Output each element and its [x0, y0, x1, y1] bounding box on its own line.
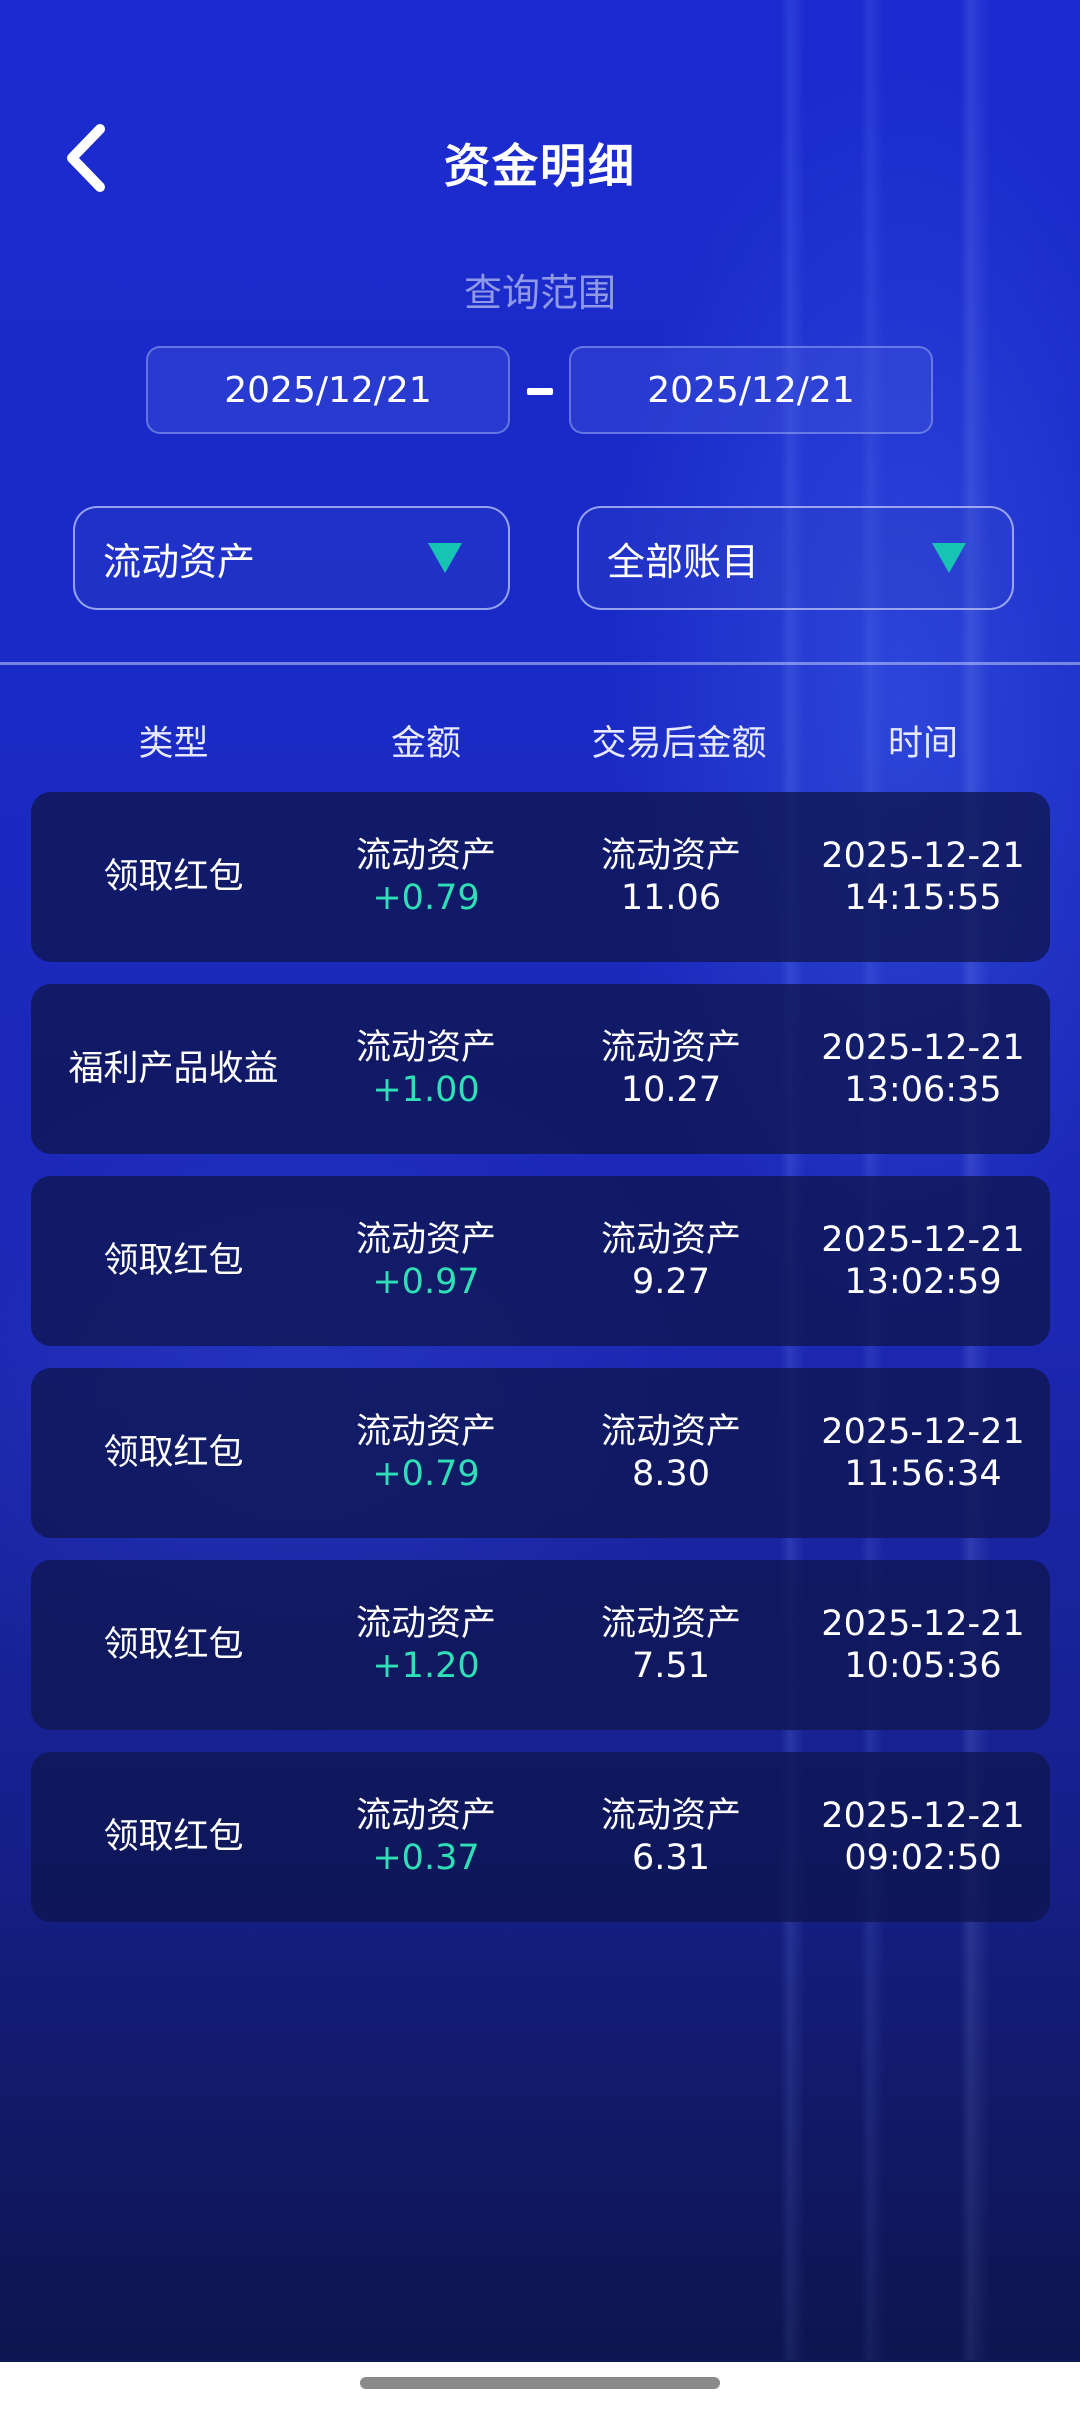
header: 资金明细: [0, 100, 1080, 220]
row-type: 领取红包: [103, 1241, 244, 1281]
row-time: 2025-12-21 11:56:34: [796, 1368, 1050, 1538]
table-row[interactable]: 领取红包 流动资产 +0.97 流动资产 9.27 2025-12-21 13:…: [31, 1176, 1050, 1346]
row-time: 2025-12-21 14:15:55: [796, 792, 1050, 962]
date-range-separator: [527, 388, 553, 395]
row-amount-value: +0.79: [372, 1454, 480, 1494]
row-clock: 09:02:50: [844, 1838, 1002, 1878]
row-time: 2025-12-21 13:02:59: [796, 1176, 1050, 1346]
page-title: 资金明细: [444, 139, 636, 193]
row-amount-value: +0.97: [372, 1262, 480, 1302]
row-amount-label: 流动资产: [355, 1028, 496, 1068]
column-header-after-amount: 交易后金额: [591, 724, 767, 764]
row-amount-value: +1.20: [372, 1646, 480, 1686]
column-header-type: 类型: [138, 724, 209, 764]
row-after-label: 流动资产: [600, 836, 741, 876]
divider: [0, 662, 1080, 665]
row-time: 2025-12-21 09:02:50: [796, 1752, 1050, 1922]
row-amount: 流动资产 +1.20: [316, 1560, 536, 1730]
table-row[interactable]: 领取红包 流动资产 +0.79 流动资产 8.30 2025-12-21 11:…: [31, 1368, 1050, 1538]
table-row[interactable]: 领取红包 流动资产 +0.37 流动资产 6.31 2025-12-21 09:…: [31, 1752, 1050, 1922]
row-after-label: 流动资产: [600, 1604, 741, 1644]
row-amount-label: 流动资产: [355, 1220, 496, 1260]
caret-down-icon: [932, 543, 966, 573]
home-indicator[interactable]: [360, 2377, 720, 2389]
row-amount-label: 流动资产: [355, 1604, 496, 1644]
row-amount-value: +0.37: [372, 1838, 480, 1878]
asset-type-select[interactable]: 流动资产: [73, 506, 510, 610]
row-type: 领取红包: [103, 1625, 244, 1665]
row-date: 2025-12-21: [821, 1028, 1025, 1068]
start-date-field[interactable]: 2025/12/21: [146, 346, 510, 434]
row-amount-value: +1.00: [372, 1070, 480, 1110]
row-after-value: 9.27: [632, 1262, 710, 1302]
column-header-amount: 金额: [390, 724, 461, 764]
row-after-value: 11.06: [620, 878, 722, 918]
row-amount-value: +0.79: [372, 878, 480, 918]
account-select-value: 全部账目: [607, 539, 760, 584]
table-row[interactable]: 领取红包 流动资产 +1.20 流动资产 7.51 2025-12-21 10:…: [31, 1560, 1050, 1730]
row-amount: 流动资产 +1.00: [316, 984, 536, 1154]
row-clock: 14:15:55: [844, 878, 1002, 918]
row-after-amount: 流动资产 8.30: [546, 1368, 796, 1538]
row-after-amount: 流动资产 9.27: [546, 1176, 796, 1346]
row-after-value: 8.30: [632, 1454, 710, 1494]
row-date: 2025-12-21: [821, 1604, 1025, 1644]
row-clock: 13:06:35: [844, 1070, 1002, 1110]
row-after-amount: 流动资产 11.06: [546, 792, 796, 962]
end-date-field[interactable]: 2025/12/21: [569, 346, 933, 434]
row-after-label: 流动资产: [600, 1412, 741, 1452]
row-amount-label: 流动资产: [355, 1796, 496, 1836]
background-shade: [0, 1880, 1080, 2360]
row-type: 领取红包: [103, 857, 244, 897]
column-header-time: 时间: [887, 724, 958, 764]
row-amount: 流动资产 +0.37: [316, 1752, 536, 1922]
row-after-amount: 流动资产 7.51: [546, 1560, 796, 1730]
row-date: 2025-12-21: [821, 1796, 1025, 1836]
table-header: 类型 金额 交易后金额 时间: [0, 715, 1080, 765]
account-select[interactable]: 全部账目: [577, 506, 1014, 610]
row-after-label: 流动资产: [600, 1028, 741, 1068]
table-row[interactable]: 福利产品收益 流动资产 +1.00 流动资产 10.27 2025-12-21 …: [31, 984, 1050, 1154]
row-after-value: 10.27: [620, 1070, 722, 1110]
row-type: 领取红包: [103, 1433, 244, 1473]
row-date: 2025-12-21: [821, 1412, 1025, 1452]
row-type: 领取红包: [103, 1817, 244, 1857]
row-amount: 流动资产 +0.79: [316, 792, 536, 962]
row-after-label: 流动资产: [600, 1796, 741, 1836]
row-date: 2025-12-21: [821, 836, 1025, 876]
row-clock: 11:56:34: [844, 1454, 1002, 1494]
row-time: 2025-12-21 13:06:35: [796, 984, 1050, 1154]
row-amount: 流动资产 +0.79: [316, 1368, 536, 1538]
transaction-list: 领取红包 流动资产 +0.79 流动资产 11.06 2025-12-21 14…: [31, 792, 1050, 1944]
row-clock: 13:02:59: [844, 1262, 1002, 1302]
asset-type-select-value: 流动资产: [103, 539, 256, 584]
row-after-label: 流动资产: [600, 1220, 741, 1260]
row-amount-label: 流动资产: [355, 1412, 496, 1452]
row-after-value: 6.31: [632, 1838, 710, 1878]
row-clock: 10:05:36: [844, 1646, 1002, 1686]
caret-down-icon: [428, 543, 462, 573]
row-date: 2025-12-21: [821, 1220, 1025, 1260]
query-range-label: 查询范围: [463, 271, 616, 315]
row-after-amount: 流动资产 10.27: [546, 984, 796, 1154]
row-after-amount: 流动资产 6.31: [546, 1752, 796, 1922]
row-after-value: 7.51: [632, 1646, 710, 1686]
row-amount-label: 流动资产: [355, 836, 496, 876]
row-time: 2025-12-21 10:05:36: [796, 1560, 1050, 1730]
row-amount: 流动资产 +0.97: [316, 1176, 536, 1346]
row-type: 福利产品收益: [68, 1049, 279, 1089]
table-row[interactable]: 领取红包 流动资产 +0.79 流动资产 11.06 2025-12-21 14…: [31, 792, 1050, 962]
